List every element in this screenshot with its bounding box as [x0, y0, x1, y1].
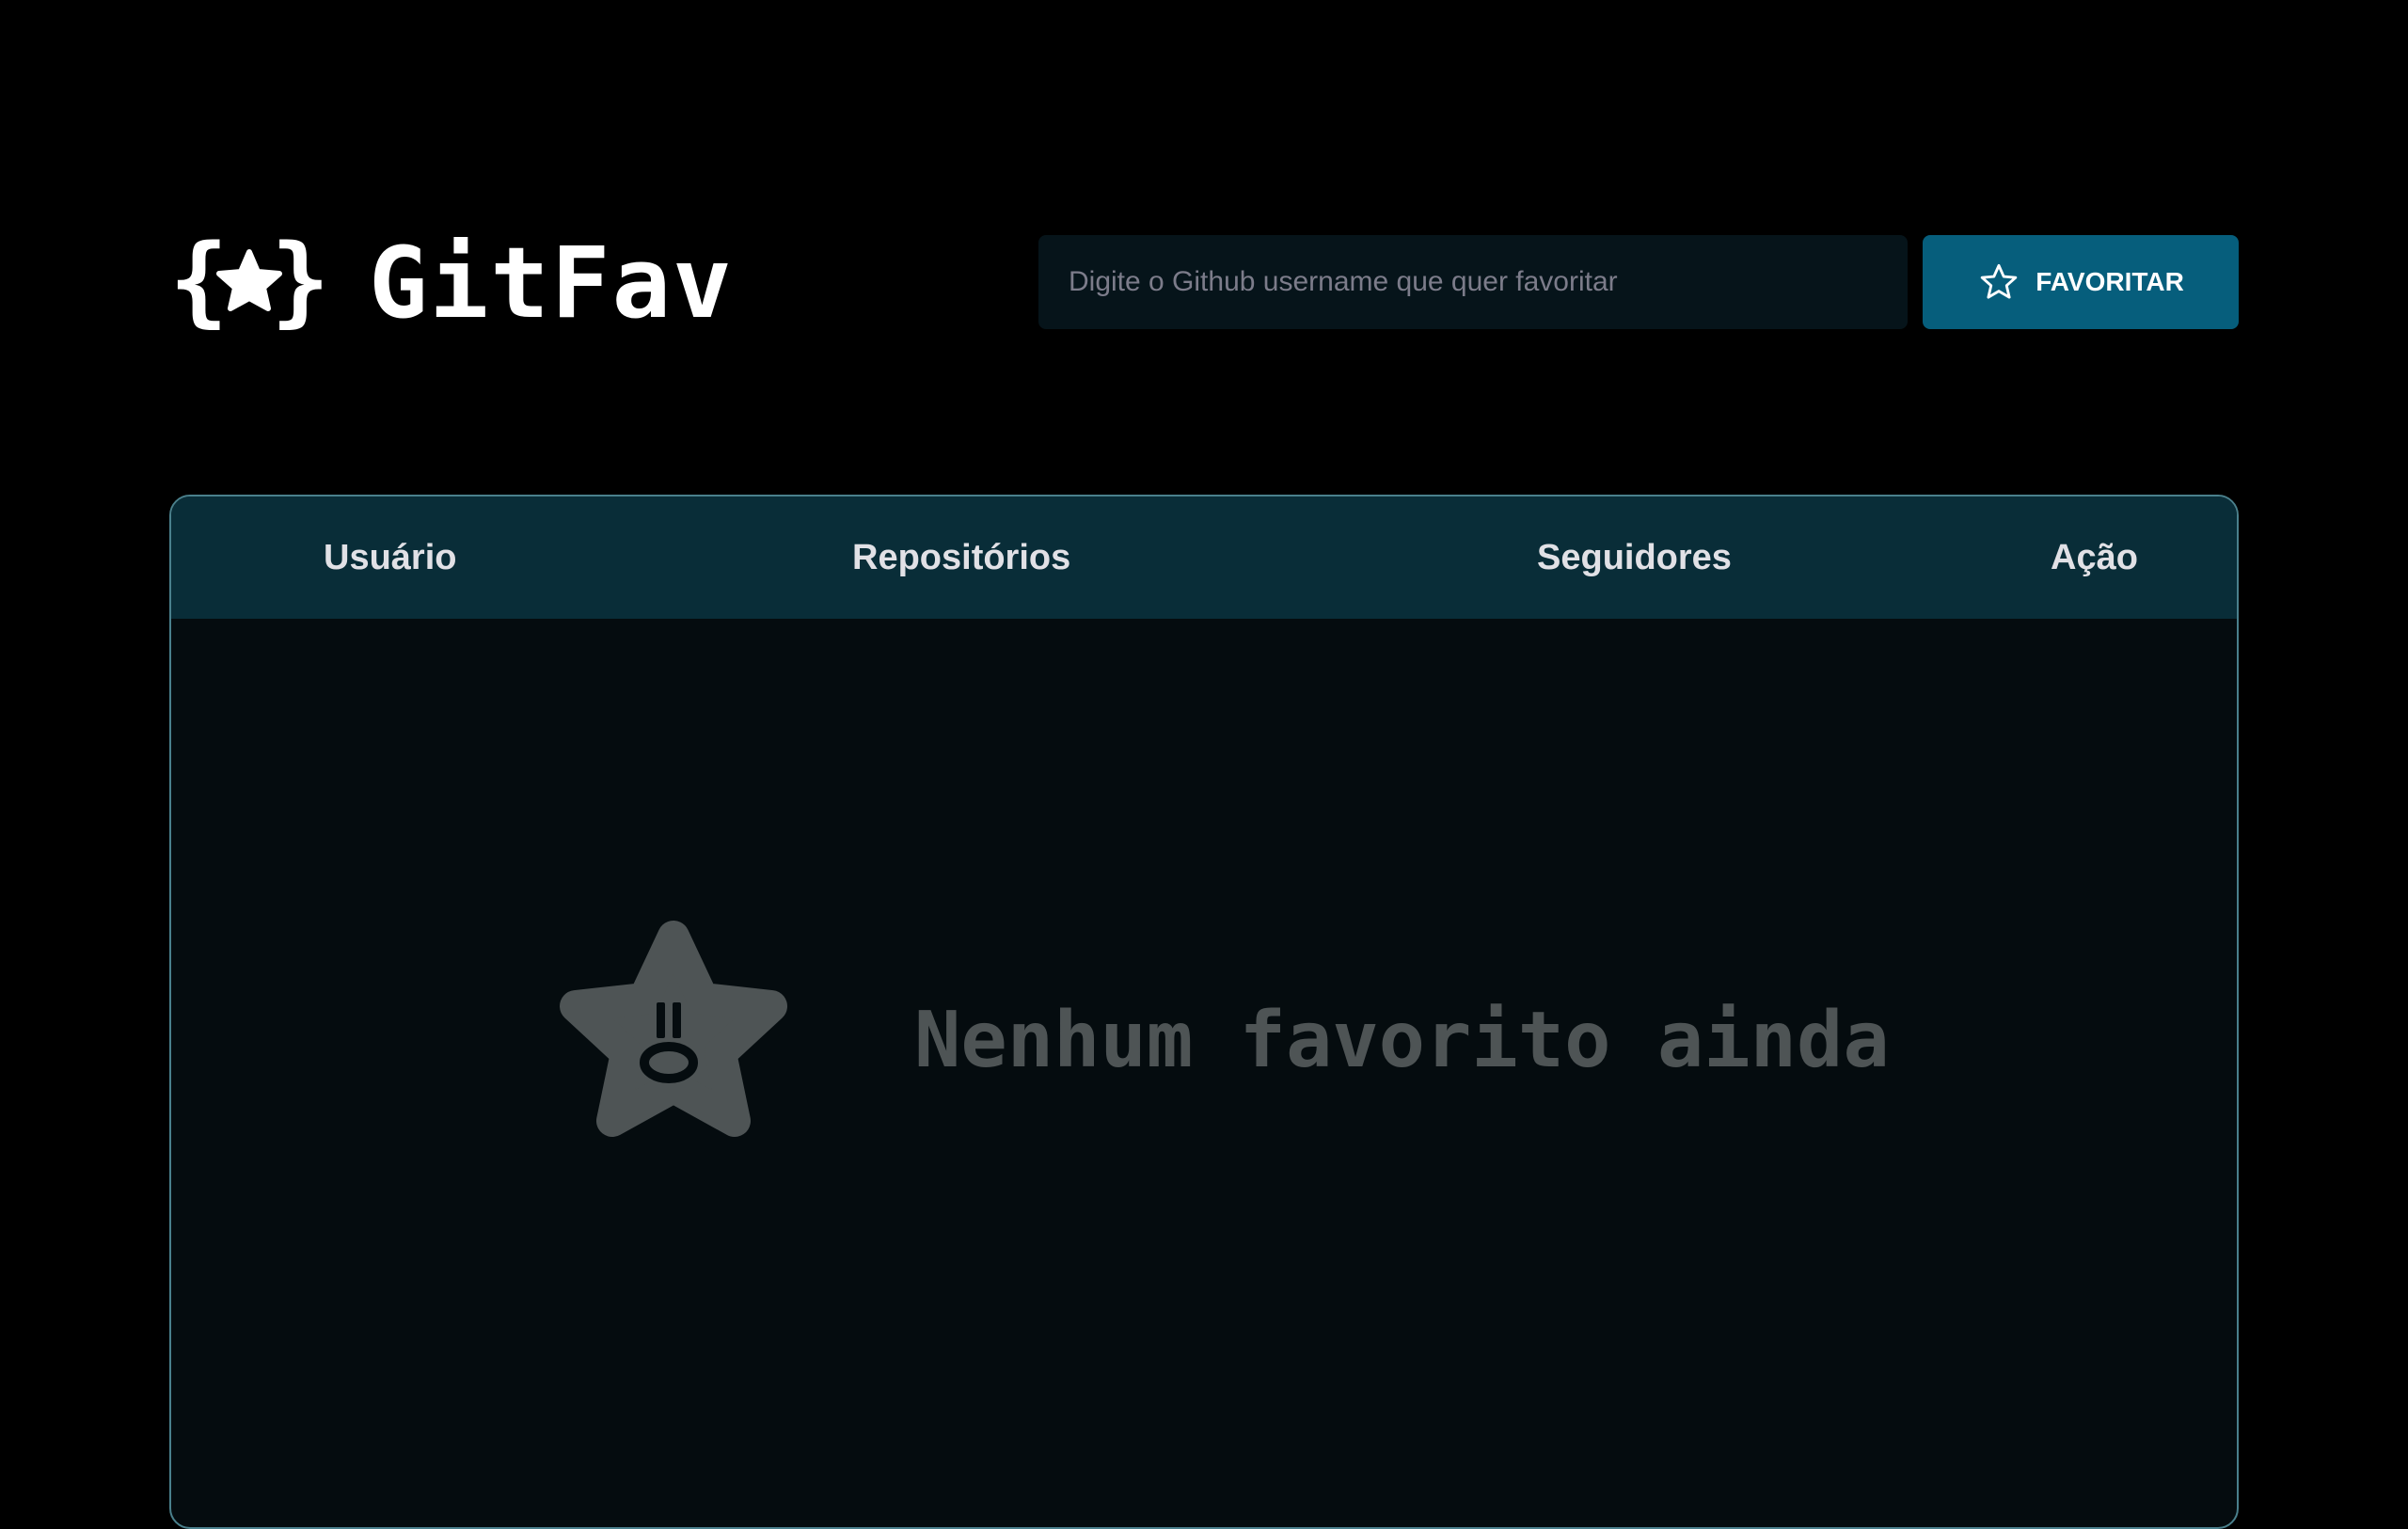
braces-star-logo-icon: { } [169, 231, 329, 335]
favorite-button-label: FAVORITAR [2036, 267, 2184, 296]
app-title: GitFav [369, 226, 734, 340]
svg-text:}: } [271, 231, 329, 335]
column-header-acao: Ação [2051, 538, 2138, 577]
app-header: { } GitFav FAVORITAR [169, 231, 2239, 335]
column-header-repositorios: Repositórios [852, 538, 1071, 577]
favorite-button[interactable]: FAVORITAR [1923, 235, 2239, 329]
empty-state-message: Nenhum favorito ainda [914, 995, 1890, 1085]
username-search-input[interactable] [1038, 235, 1908, 329]
svg-text:{: { [169, 231, 229, 335]
empty-state: Nenhum favorito ainda [549, 916, 1890, 1164]
column-header-usuario: Usuário [324, 538, 457, 577]
favorites-table: Usuário Repositórios Seguidores Ação Nen… [169, 495, 2239, 1529]
app-logo: { } GitFav [169, 231, 734, 335]
table-header: Usuário Repositórios Seguidores Ação [171, 497, 2237, 619]
sad-star-icon [560, 921, 787, 1137]
column-header-seguidores: Seguidores [1537, 538, 1732, 577]
star-outline-icon [1980, 263, 2018, 299]
